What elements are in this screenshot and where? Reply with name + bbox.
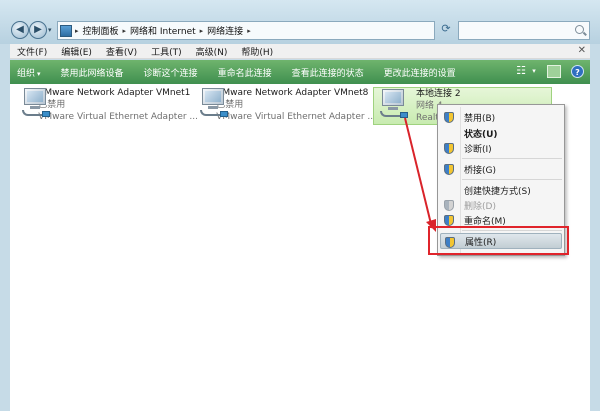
shield-icon (444, 164, 454, 175)
ctx-disable[interactable]: 禁用(B) (440, 109, 562, 125)
shield-icon (444, 112, 454, 123)
ctx-label: 禁用(B) (464, 113, 496, 124)
ctx-bridge[interactable]: 桥接(G) (440, 161, 562, 177)
ctx-separator (462, 158, 562, 159)
shield-icon (444, 215, 454, 226)
ctx-label: 诊断(I) (464, 144, 492, 155)
ctx-separator (462, 179, 562, 180)
shield-icon (444, 200, 454, 211)
ctx-label: 删除(D) (464, 201, 496, 212)
ctx-label: 桥接(G) (464, 165, 496, 176)
shield-icon (444, 143, 454, 154)
properties-highlight-box (428, 226, 569, 255)
ctx-delete: 删除(D) (440, 197, 562, 213)
ctx-diagnose[interactable]: 诊断(I) (440, 140, 562, 156)
ctx-label: 状态(U) (464, 129, 498, 140)
ctx-label: 创建快捷方式(S) (464, 186, 531, 197)
ctx-label: 重命名(M) (464, 216, 506, 227)
ctx-status[interactable]: 状态(U) (440, 125, 562, 141)
ctx-create-shortcut[interactable]: 创建快捷方式(S) (440, 182, 562, 198)
